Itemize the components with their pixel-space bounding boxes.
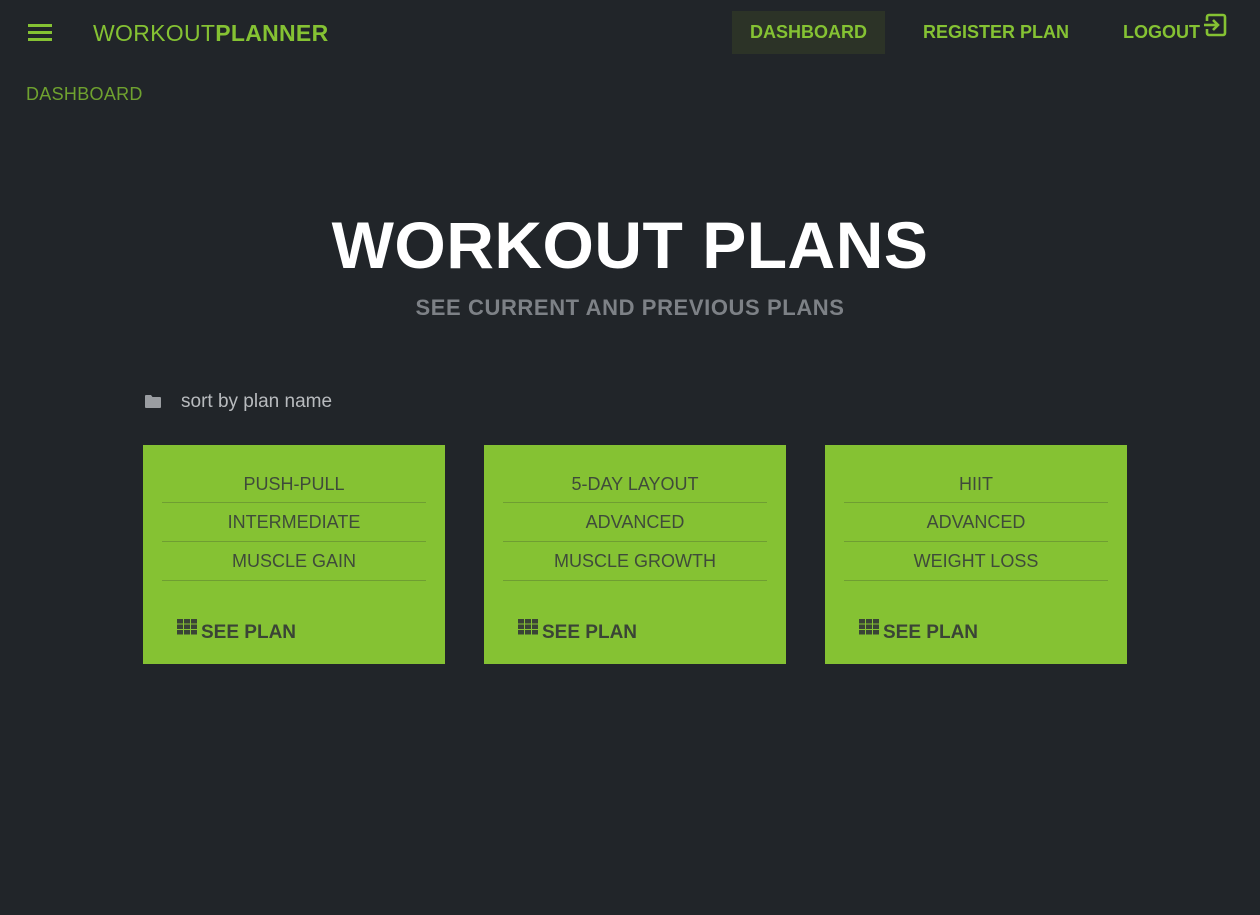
plan-goal: MUSCLE GAIN [162,542,426,581]
plan-level: ADVANCED [844,503,1108,542]
exit-to-app-icon [1203,10,1227,53]
plan-goal: WEIGHT LOSS [844,542,1108,581]
breadcrumb[interactable]: DASHBOARD [26,84,143,105]
see-plan-label: SEE PLAN [883,622,979,643]
plan-card: PUSH-PULL INTERMEDIATE MUSCLE GAIN SEE P… [143,445,445,664]
see-plan-button[interactable]: SEE PLAN [177,619,297,646]
brand-text-workout: WORKOUT [93,20,216,46]
grid-icon [859,619,879,641]
page-subtitle: SEE CURRENT AND PREVIOUS PLANS [415,295,845,320]
page-title: WORKOUT PLANS [331,208,929,282]
see-plan-button[interactable]: SEE PLAN [859,619,979,646]
nav-dashboard-link[interactable]: DASHBOARD [732,11,885,54]
hamburger-menu-icon[interactable] [28,22,52,44]
plan-level: ADVANCED [503,503,767,542]
nav-register-plan-link[interactable]: REGISTER PLAN [923,11,1069,54]
nav-logout-link[interactable]: LOGOUT [1123,11,1227,54]
plan-card: HIIT ADVANCED WEIGHT LOSS SEE PLAN [825,445,1127,664]
brand-logo[interactable]: WORKOUTPLANNER [93,20,328,47]
plan-name: HIIT [844,465,1108,503]
brand-text-planner: PLANNER [215,20,329,46]
plan-goal: MUSCLE GROWTH [503,542,767,581]
plan-level: INTERMEDIATE [162,503,426,542]
see-plan-label: SEE PLAN [542,622,638,643]
see-plan-button[interactable]: SEE PLAN [518,619,638,646]
sort-label: sort by plan name [181,391,333,412]
see-plan-label: SEE PLAN [201,622,297,643]
folder-icon [144,394,162,414]
plan-name: 5-DAY LAYOUT [503,465,767,503]
grid-icon [177,619,197,641]
top-navbar: WORKOUTPLANNER DASHBOARD REGISTER PLAN L… [0,0,1260,66]
logout-label: LOGOUT [1123,22,1200,42]
plan-name: PUSH-PULL [162,465,426,503]
plan-card: 5-DAY LAYOUT ADVANCED MUSCLE GROWTH SEE … [484,445,786,664]
grid-icon [518,619,538,641]
